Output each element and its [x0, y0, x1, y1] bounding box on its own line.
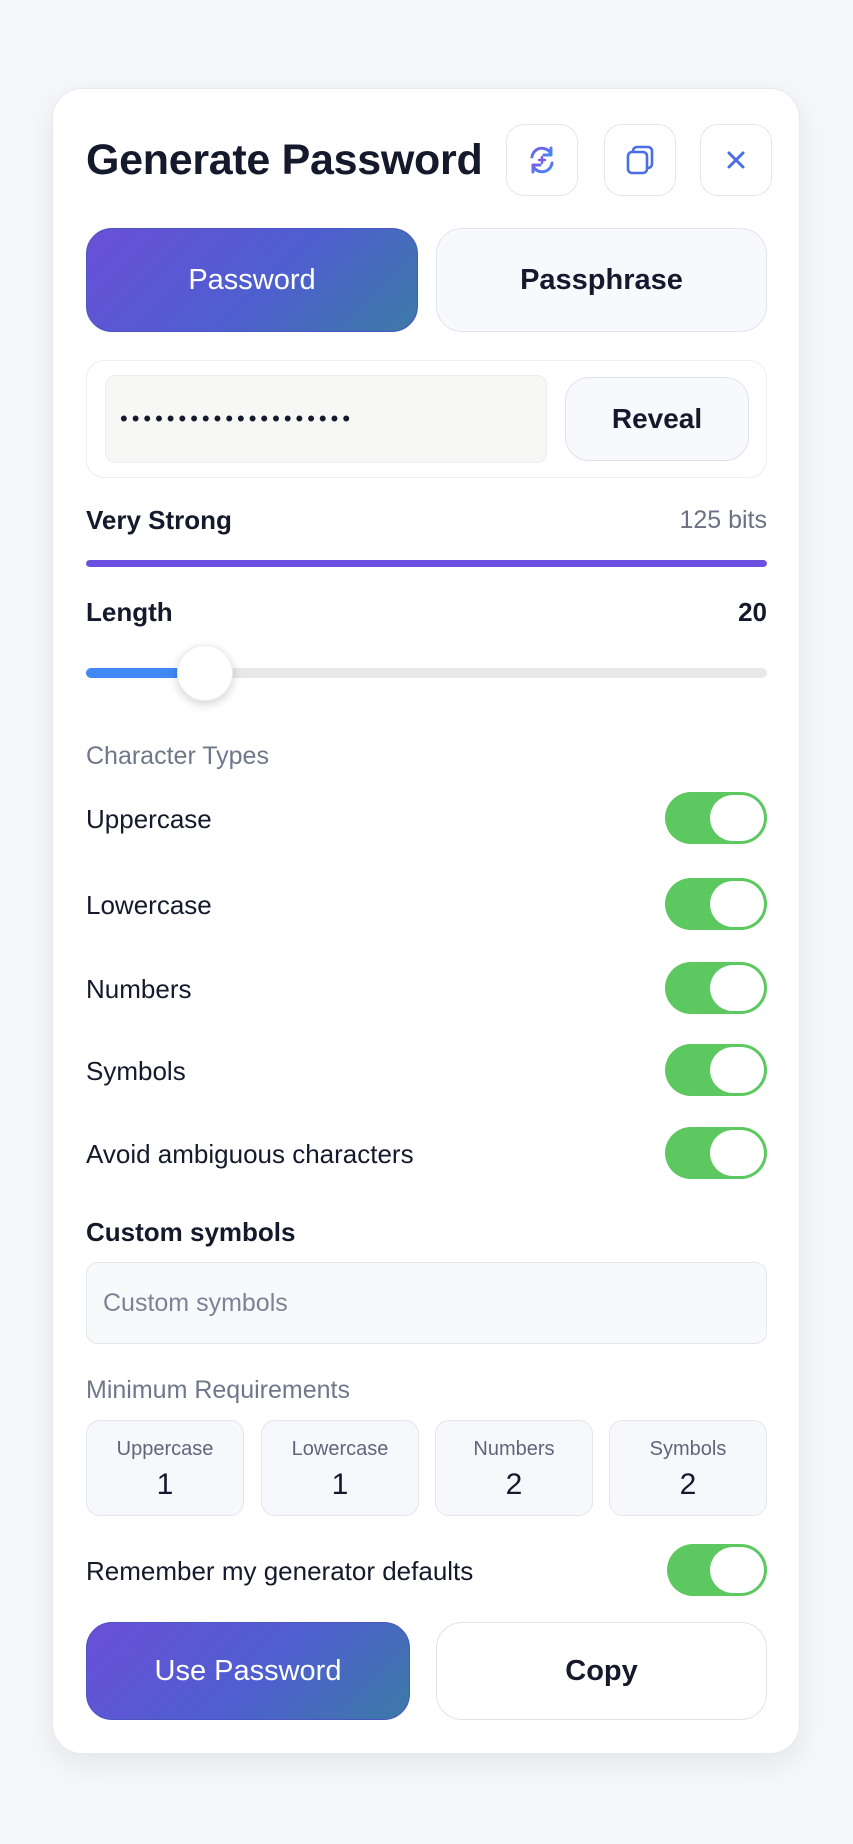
- copy-button[interactable]: Copy: [436, 1622, 767, 1720]
- password-display: •••••••••••••••••••• Reveal: [86, 360, 767, 478]
- min-uppercase-box[interactable]: Uppercase 1: [86, 1420, 244, 1516]
- copy-icon-button[interactable]: [604, 124, 676, 196]
- avoid-ambiguous-toggle[interactable]: [665, 1127, 767, 1179]
- toggle-label: Avoid ambiguous characters: [86, 1139, 414, 1169]
- toggle-label: Uppercase: [86, 804, 212, 834]
- copy-icon: [626, 145, 654, 175]
- close-icon: [727, 151, 745, 169]
- strength-meter: [86, 560, 767, 567]
- toggle-label: Symbols: [86, 1056, 186, 1086]
- toggle-row-avoid-ambiguous: Avoid ambiguous characters: [86, 1127, 767, 1181]
- min-numbers-label: Numbers: [473, 1438, 555, 1460]
- remember-defaults-row: Remember my generator defaults: [86, 1544, 767, 1598]
- toggle-row-symbols: Symbols: [86, 1044, 767, 1098]
- toggle-row-lowercase: Lowercase: [86, 878, 767, 932]
- min-lowercase-label: Lowercase: [291, 1438, 389, 1460]
- min-uppercase-value: 1: [156, 1468, 174, 1501]
- character-types-heading: Character Types: [86, 742, 269, 770]
- strength-label: Very Strong: [86, 505, 232, 535]
- close-button[interactable]: [700, 124, 772, 196]
- strength-bits: 125 bits: [679, 506, 767, 534]
- lowercase-toggle[interactable]: [665, 878, 767, 930]
- remember-defaults-toggle[interactable]: [667, 1544, 767, 1596]
- min-numbers-value: 2: [505, 1468, 523, 1501]
- custom-symbols-input[interactable]: [86, 1262, 767, 1344]
- toggle-knob: [710, 1047, 764, 1093]
- toggle-knob: [710, 1130, 764, 1176]
- password-field[interactable]: ••••••••••••••••••••: [105, 375, 547, 463]
- min-lowercase-box[interactable]: Lowercase 1: [261, 1420, 419, 1516]
- min-symbols-label: Symbols: [649, 1438, 727, 1460]
- use-password-button[interactable]: Use Password: [86, 1622, 410, 1720]
- minimum-requirements-heading: Minimum Requirements: [86, 1376, 350, 1404]
- length-slider-thumb[interactable]: [177, 645, 234, 701]
- uppercase-toggle[interactable]: [665, 792, 767, 844]
- length-slider-fill: [86, 668, 182, 678]
- toggle-knob: [710, 965, 764, 1011]
- tab-passphrase[interactable]: Passphrase: [436, 228, 767, 332]
- strength-meter-fill: [86, 560, 767, 567]
- min-lowercase-value: 1: [331, 1468, 349, 1501]
- toggle-knob: [710, 881, 764, 927]
- symbols-toggle[interactable]: [665, 1044, 767, 1096]
- regenerate-button[interactable]: [506, 124, 578, 196]
- min-uppercase-label: Uppercase: [116, 1438, 214, 1460]
- toggle-row-uppercase: Uppercase: [86, 792, 767, 846]
- length-label: Length: [86, 597, 173, 627]
- dialog-title: Generate Password: [86, 136, 483, 184]
- toggle-knob: [710, 795, 764, 841]
- toggle-label: Numbers: [86, 974, 192, 1004]
- numbers-toggle[interactable]: [665, 962, 767, 1014]
- min-symbols-value: 2: [679, 1468, 697, 1501]
- reveal-button[interactable]: Reveal: [565, 377, 749, 461]
- toggle-row-numbers: Numbers: [86, 962, 767, 1016]
- length-value: 20: [738, 597, 767, 627]
- min-numbers-box[interactable]: Numbers 2: [435, 1420, 593, 1516]
- toggle-knob: [710, 1547, 764, 1593]
- min-symbols-box[interactable]: Symbols 2: [609, 1420, 767, 1516]
- refresh-icon: [530, 146, 554, 174]
- custom-symbols-label: Custom symbols: [86, 1217, 296, 1247]
- tab-password[interactable]: Password: [86, 228, 418, 332]
- remember-defaults-label: Remember my generator defaults: [86, 1556, 474, 1586]
- toggle-label: Lowercase: [86, 890, 212, 920]
